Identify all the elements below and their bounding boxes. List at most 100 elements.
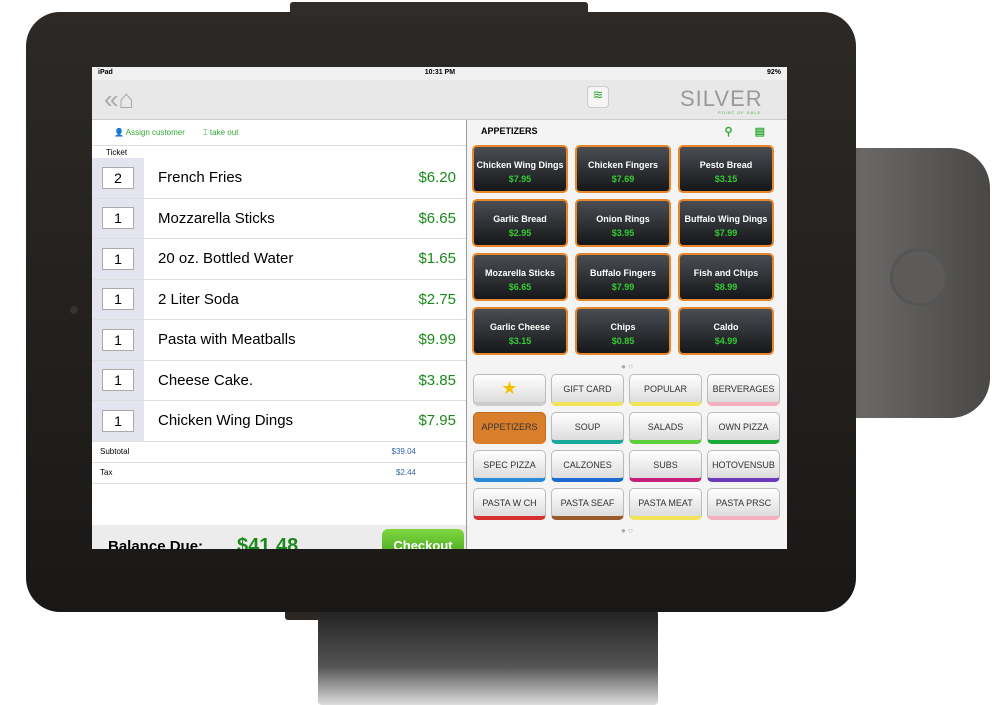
menu-item[interactable]: Fish and Chips $8.99 [678,253,774,301]
category-button[interactable]: SOUP [551,412,624,444]
back-home-icon[interactable]: «⌂ [104,84,134,115]
category-button[interactable]: CALZONES [551,450,624,482]
qty-box[interactable]: 1 [102,328,134,351]
category-button[interactable]: PASTA PRSC [707,488,780,520]
take-out-button[interactable]: ⌶ take out [203,128,239,138]
assign-customer-label: Assign customer [125,128,185,137]
pos-screen: iPad 10:31 PM 92% «⌂ ≋ SILVER POINT OF SA… [92,67,787,549]
qty-box[interactable]: 1 [102,409,134,432]
ticket-row[interactable]: 1 2 Liter Soda $2.75 [92,279,466,320]
category-label: HOTOVENSUB [712,459,775,470]
menu-item[interactable]: Onion Rings $3.95 [575,199,671,247]
qty-cell: 1 [92,360,144,400]
item-price: $6.65 [418,209,456,227]
category-button[interactable]: SUBS [629,450,702,482]
ticket-row[interactable]: 1 Mozzarella Sticks $6.65 [92,198,466,239]
qty-box[interactable]: 1 [102,369,134,392]
category-button[interactable]: PASTA MEAT [629,488,702,520]
tax-label: Tax [100,468,113,477]
category-page-indicator[interactable]: ● ○ [467,522,787,536]
menu-item-name: Onion Rings [596,213,650,224]
menu-item[interactable]: Pesto Bread $3.15 [678,145,774,193]
menu-item-name: Garlic Bread [493,213,547,224]
menu-item[interactable]: Chicken Fingers $7.69 [575,145,671,193]
menu-item-price: $8.99 [714,281,738,292]
menu-item-name: Caldo [713,321,739,332]
assign-customer-button[interactable]: 👤 Assign customer [114,128,185,137]
menu-item[interactable]: Buffalo Fingers $7.99 [575,253,671,301]
category-button[interactable]: HOTOVENSUB [707,450,780,482]
menu-item-name: Chips [610,321,636,332]
battery: 92% [766,69,781,76]
qty-box[interactable]: 1 [102,207,134,230]
category-button[interactable]: GIFT CARD [551,374,624,406]
category-button[interactable]: OWN PIZZA [707,412,780,444]
category-label: APPETIZERS [481,421,538,432]
menu-item[interactable]: Garlic Bread $2.95 [472,199,568,247]
qty-cell: 1 [92,320,144,360]
item-price: $9.99 [418,331,456,349]
category-button[interactable]: SALADS [629,412,702,444]
qty-box[interactable]: 1 [102,288,134,311]
menu-item[interactable]: Buffalo Wing Dings $7.99 [678,199,774,247]
category-label: SALADS [647,421,684,432]
star-icon: ★ [501,378,518,398]
checkout-button[interactable]: Checkout [382,529,464,549]
balance-amount: $41.48 [237,534,299,550]
ticket-row[interactable]: 1 20 oz. Bottled Water $1.65 [92,239,466,280]
item-price: $7.95 [418,412,456,430]
subtotal-row: Subtotal $39.04 [92,442,466,463]
subtotal-value: $39.04 [391,447,416,456]
category-button[interactable]: PASTA W CH [473,488,546,520]
menu-item-price: $3.15 [508,335,532,346]
qty-cell: 1 [92,239,144,279]
balance-label: Balance Due: [108,537,204,550]
menu-item[interactable]: Caldo $4.99 [678,307,774,355]
menu-panel: APPETIZERS ⚲ ▤ Chicken Wing Dings $7.95 Chi… [466,120,787,549]
menu-item-price: $2.95 [508,227,532,238]
ticket-row[interactable]: 1 Cheese Cake. $3.85 [92,360,466,401]
category-button[interactable]: BERVERAGES [707,374,780,406]
category-label: SUBS [653,459,678,470]
category-label: POPULAR [643,383,687,394]
menu-item-name: Buffalo Fingers [589,267,656,278]
item-price: $1.65 [418,250,456,268]
menu-item-name: Pesto Bread [699,159,753,170]
category-button[interactable]: POPULAR [629,374,702,406]
category-button[interactable]: ★ [473,374,546,406]
menu-item[interactable]: Chicken Wing Dings $7.95 [472,145,568,193]
menu-item[interactable]: Chips $0.85 [575,307,671,355]
reader-logo [890,248,948,306]
category-title: APPETIZERS [481,126,538,136]
qty-box[interactable]: 1 [102,247,134,270]
menu-item[interactable]: Mozarella Sticks $6.65 [472,253,568,301]
menu-item-name: Fish and Chips [693,267,759,278]
wifi-icon[interactable]: ≋ [587,86,609,108]
stand [318,610,658,705]
page-indicator[interactable]: ● ○ [467,358,787,372]
category-button[interactable]: APPETIZERS [473,412,546,444]
item-name: 20 oz. Bottled Water [158,250,294,268]
ticket-row[interactable]: 1 Chicken Wing Dings $7.95 [92,401,466,442]
item-name: French Fries [158,169,243,187]
menu-grid: Chicken Wing Dings $7.95 Chicken Fingers $7… [467,142,787,358]
menu-item[interactable]: Garlic Cheese $3.15 [472,307,568,355]
menu-header: APPETIZERS ⚲ ▤ [467,120,787,142]
item-name: Pasta with Meatballs [158,331,296,349]
item-price: $2.75 [418,290,456,308]
search-icon[interactable]: ⚲ [725,125,733,138]
ticket-row[interactable]: 2 French Fries $6.20 [92,158,466,199]
category-button[interactable]: SPEC PIZZA [473,450,546,482]
barcode-icon[interactable]: ▤ [755,125,765,138]
subtotal-label: Subtotal [100,447,130,456]
clock: 10:31 PM [424,69,456,76]
tax-value: $2.44 [395,468,416,477]
menu-item-name: Chicken Wing Dings [476,159,564,170]
category-button[interactable]: PASTA SEAF [551,488,624,520]
ticket-row[interactable]: 1 Pasta with Meatballs $9.99 [92,320,466,361]
qty-box[interactable]: 2 [102,166,134,189]
menu-item-price: $4.99 [714,335,738,346]
device-label: iPad [98,69,113,76]
category-grid: ★ GIFT CARD POPULAR BERVERAGES APPETIZERS SOU… [467,372,787,522]
item-name: Cheese Cake. [158,371,254,389]
